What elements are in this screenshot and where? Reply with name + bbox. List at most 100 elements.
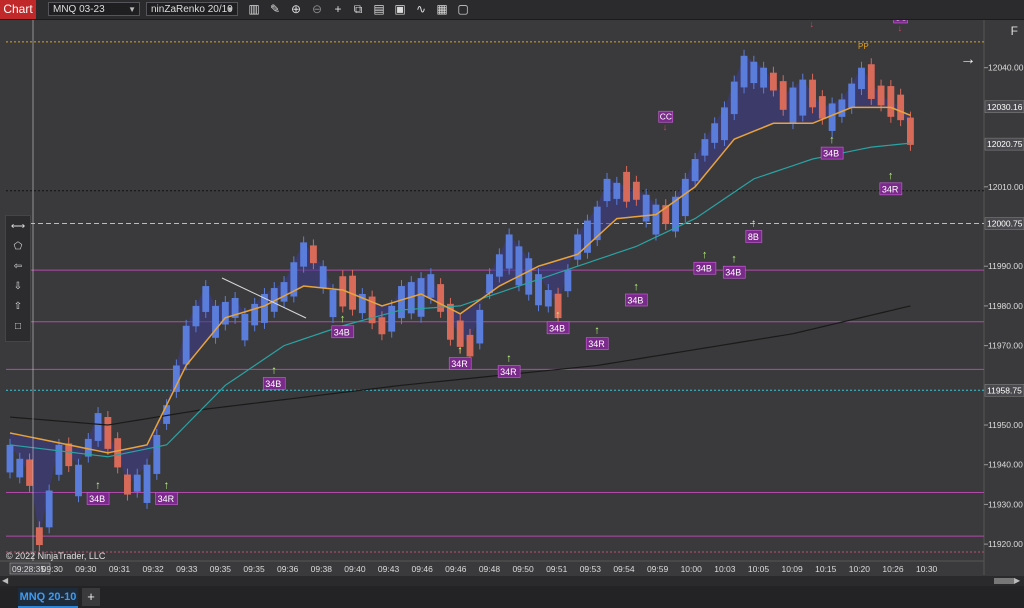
candle-body — [104, 417, 112, 449]
level-label: PP — [858, 42, 869, 51]
candle-body — [721, 107, 728, 141]
candle-body — [740, 55, 748, 88]
candle-body — [828, 103, 836, 131]
indicators-icon[interactable]: ∿ — [413, 2, 429, 17]
candle-body — [809, 79, 816, 108]
bar-type-selector[interactable]: ninZaRenko 20/10 ▼ — [146, 2, 238, 16]
candle-body — [45, 490, 53, 528]
signal-label: 34B — [334, 327, 350, 337]
candle-body — [75, 464, 82, 497]
strategies-icon[interactable]: ▣ — [392, 2, 408, 17]
data-box-icon[interactable]: ▤ — [371, 2, 387, 17]
candle-body — [515, 246, 523, 286]
properties-icon[interactable]: ⧉ — [350, 2, 366, 17]
y-tick-label: 11970.00 — [988, 341, 1023, 351]
panel-f-label: F — [1010, 24, 1018, 38]
candle-body — [417, 278, 425, 317]
x-tick-label: 09:48 — [479, 564, 501, 574]
signal-label: 34R — [588, 339, 605, 349]
crosshair-icon[interactable]: + — [330, 2, 346, 17]
y-tick-label: 12040.00 — [988, 63, 1024, 73]
candle-body — [760, 67, 768, 88]
chart-window-tab[interactable]: Chart — [0, 0, 36, 19]
zoom-out-icon[interactable]: ⊖ — [309, 2, 325, 17]
price-marker-label: 12020.75 — [987, 139, 1023, 149]
instrument-tab[interactable]: MNQ 20-10 — [18, 588, 78, 608]
signal-arrow-up-icon: ↑ — [594, 325, 600, 337]
x-tick-label: 09:30 — [75, 564, 97, 574]
signal-arrow-down-icon: ↓ — [663, 122, 668, 132]
candle-body — [6, 444, 14, 473]
signal-arrow-up-icon: ↑ — [271, 364, 277, 376]
signal-label: 34R — [500, 367, 517, 377]
x-tick-label: 09:51 — [546, 564, 568, 574]
candle-body — [133, 474, 141, 492]
candle-body — [124, 474, 131, 495]
candle-body — [192, 305, 200, 327]
x-tick-label: 09:54 — [613, 564, 635, 574]
signal-label: 34B — [627, 296, 643, 306]
candle-body — [427, 274, 435, 298]
signal-arrow-up-icon: ↑ — [95, 480, 101, 492]
price-chart[interactable]: PP → ↑ 34B ↑ 34R ↑ 34B ↑ 34B ↑ 34R ↑ 34R ↑ 34B ↑ 34R ↑ 34B ↑… — [0, 7, 1024, 575]
signal-label: 34B — [549, 323, 565, 333]
window-icon[interactable]: ▢ — [455, 2, 471, 17]
x-tick-label: 10:26 — [882, 564, 904, 574]
candle-body — [642, 194, 650, 222]
price-marker-label: 12000.75 — [987, 219, 1023, 229]
price-marker-label: 11958.75 — [987, 385, 1022, 395]
instrument-selector[interactable]: MNQ 03-23 ▼ — [48, 2, 140, 16]
signal-label: 34B — [696, 264, 712, 274]
bottom-tab-bar — [0, 586, 1024, 608]
candle-body — [907, 117, 914, 145]
signal-label: CC — [660, 112, 672, 122]
y-tick-label: 11990.00 — [988, 261, 1023, 271]
x-tick-label: 09:53 — [580, 564, 602, 574]
y-tick-label: 11980.00 — [988, 301, 1023, 311]
x-tick-label: 09:38 — [311, 564, 333, 574]
scroll-left-icon[interactable]: ◀ — [2, 577, 10, 585]
signal-arrow-up-icon: ↑ — [555, 309, 561, 321]
candle-body — [632, 181, 640, 200]
candle-body — [456, 320, 464, 347]
candle-body — [877, 85, 885, 106]
rectangle-tool-icon[interactable]: □ — [6, 318, 30, 336]
add-tab-button[interactable]: + — [82, 588, 100, 606]
arrow-down-tool-icon[interactable]: ⇩ — [6, 278, 30, 296]
x-tick-label: 09:32 — [143, 564, 165, 574]
chart-panel[interactable]: PP → ↑ 34B ↑ 34R ↑ 34B ↑ 34B ↑ 34R ↑ 34R ↑ 34B ↑ 34R ↑ 34B ↑… — [0, 7, 1024, 575]
price-marker-label: 12030.16 — [987, 102, 1023, 112]
candle-body — [153, 434, 161, 474]
pencil-icon[interactable]: ✎ — [267, 2, 283, 17]
signal-arrow-up-icon: ↑ — [164, 480, 170, 492]
bars-icon[interactable]: ▥ — [246, 2, 262, 17]
signal-arrow-up-icon: ↑ — [340, 313, 346, 325]
y-tick-label: 11930.00 — [988, 499, 1023, 509]
arrow-left-tool-icon[interactable]: ⇦ — [6, 258, 30, 276]
scrollbar-thumb[interactable] — [994, 578, 1014, 584]
ray-tool-icon[interactable]: ⟷ — [6, 218, 30, 236]
signal-arrow-up-icon: ↑ — [751, 217, 757, 229]
x-tick-label: 10:09 — [781, 564, 803, 574]
candle-body — [202, 286, 210, 312]
zoom-in-icon[interactable]: ⊕ — [288, 2, 304, 17]
candle-body — [251, 303, 259, 326]
scroll-right-icon[interactable]: ▶ — [1014, 577, 1022, 585]
horizontal-scrollbar[interactable]: ◀ ▶ — [0, 576, 1024, 586]
shape-tool-icon[interactable]: ⬠ — [6, 238, 30, 256]
candle-body — [681, 178, 689, 217]
x-tick-label: 09:28:35 — [12, 564, 45, 574]
candle-body — [55, 444, 63, 475]
candle-body — [388, 305, 396, 332]
y-tick-label: 11950.00 — [988, 420, 1023, 430]
templates-icon[interactable]: ▦ — [434, 2, 450, 17]
x-tick-label: 09:59 — [647, 564, 669, 574]
arrow-up-tool-icon[interactable]: ⇧ — [6, 298, 30, 316]
y-tick-label: 11920.00 — [988, 539, 1023, 549]
candle-body — [574, 234, 582, 260]
signal-arrow-up-icon: ↑ — [633, 281, 639, 293]
candle-body — [779, 81, 787, 110]
x-tick-label: 10:03 — [714, 564, 736, 574]
candle-body — [466, 334, 474, 357]
x-tick-label: 09:36 — [277, 564, 299, 574]
